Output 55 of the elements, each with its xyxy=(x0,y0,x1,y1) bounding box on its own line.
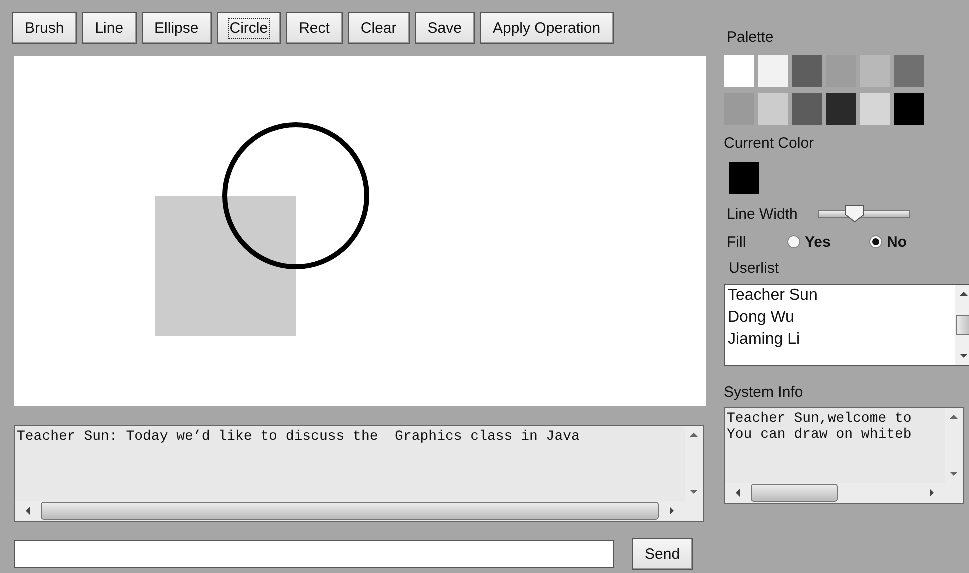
up-arrow-icon[interactable] xyxy=(959,291,969,297)
color-swatch[interactable] xyxy=(894,55,924,87)
left-arrow-icon[interactable] xyxy=(735,488,741,498)
tool-button[interactable]: Line xyxy=(82,12,137,44)
tool-button[interactable]: Clear xyxy=(348,12,410,44)
horizontal-scrollbar[interactable] xyxy=(725,483,963,503)
up-arrow-icon[interactable] xyxy=(949,414,959,420)
chat-message: Teacher Sun: Today we’d like to discuss the Graphics class in Java xyxy=(16,428,581,447)
vertical-scrollbar[interactable] xyxy=(955,285,969,365)
down-arrow-icon[interactable] xyxy=(959,353,969,359)
color-swatch[interactable] xyxy=(894,93,924,125)
right-arrow-icon[interactable] xyxy=(929,488,935,498)
tool-button[interactable]: Ellipse xyxy=(142,12,212,44)
userlist-label: Userlist xyxy=(729,260,780,277)
system-message: Teacher Sun,welcome to xyxy=(727,411,913,427)
color-swatch[interactable] xyxy=(724,55,754,87)
vertical-scrollbar[interactable] xyxy=(685,426,703,501)
fill-radio[interactable]: Yes xyxy=(787,234,869,250)
tool-button[interactable]: Rect xyxy=(286,12,343,44)
horizontal-scrollbar[interactable] xyxy=(15,501,703,521)
fill-label: Fill xyxy=(727,234,748,250)
left-arrow-icon[interactable] xyxy=(25,506,31,516)
send-button[interactable]: Send xyxy=(632,538,694,570)
line-width-slider[interactable] xyxy=(818,204,910,224)
palette-label: Palette xyxy=(727,29,775,46)
slider-thumb[interactable] xyxy=(844,204,866,224)
system-info-label: System Info xyxy=(724,384,804,401)
color-swatch[interactable] xyxy=(826,93,856,125)
color-swatch[interactable] xyxy=(758,93,788,125)
user-item[interactable]: Jiaming Li xyxy=(728,329,955,351)
tool-button[interactable]: Save xyxy=(414,12,475,44)
down-arrow-icon[interactable] xyxy=(689,489,699,495)
color-swatch[interactable] xyxy=(792,93,822,125)
radio-icon[interactable] xyxy=(869,235,883,249)
color-swatch[interactable] xyxy=(860,93,890,125)
fill-radio[interactable]: No xyxy=(869,234,951,250)
scroll-thumb[interactable] xyxy=(41,502,659,520)
line-width-label: Line Width xyxy=(727,206,798,222)
down-arrow-icon[interactable] xyxy=(949,471,959,477)
vertical-scrollbar[interactable] xyxy=(945,408,963,483)
message-input[interactable] xyxy=(14,540,614,568)
tool-button[interactable]: Circle xyxy=(216,12,282,44)
system-message: You can draw on whiteb xyxy=(727,427,913,443)
user-item[interactable]: Dong Wu xyxy=(728,307,955,329)
tool-button[interactable]: Brush xyxy=(12,12,78,44)
scroll-thumb[interactable] xyxy=(751,484,838,502)
scroll-thumb[interactable] xyxy=(956,315,969,335)
up-arrow-icon[interactable] xyxy=(689,432,699,438)
color-swatch[interactable] xyxy=(792,55,822,87)
user-item[interactable]: Teacher Sun xyxy=(728,285,955,307)
current-color-label: Current Color xyxy=(724,135,816,152)
tool-button[interactable]: Apply Operation xyxy=(480,12,614,44)
color-swatch[interactable] xyxy=(758,55,788,87)
right-arrow-icon[interactable] xyxy=(669,506,675,516)
radio-icon[interactable] xyxy=(787,235,801,249)
